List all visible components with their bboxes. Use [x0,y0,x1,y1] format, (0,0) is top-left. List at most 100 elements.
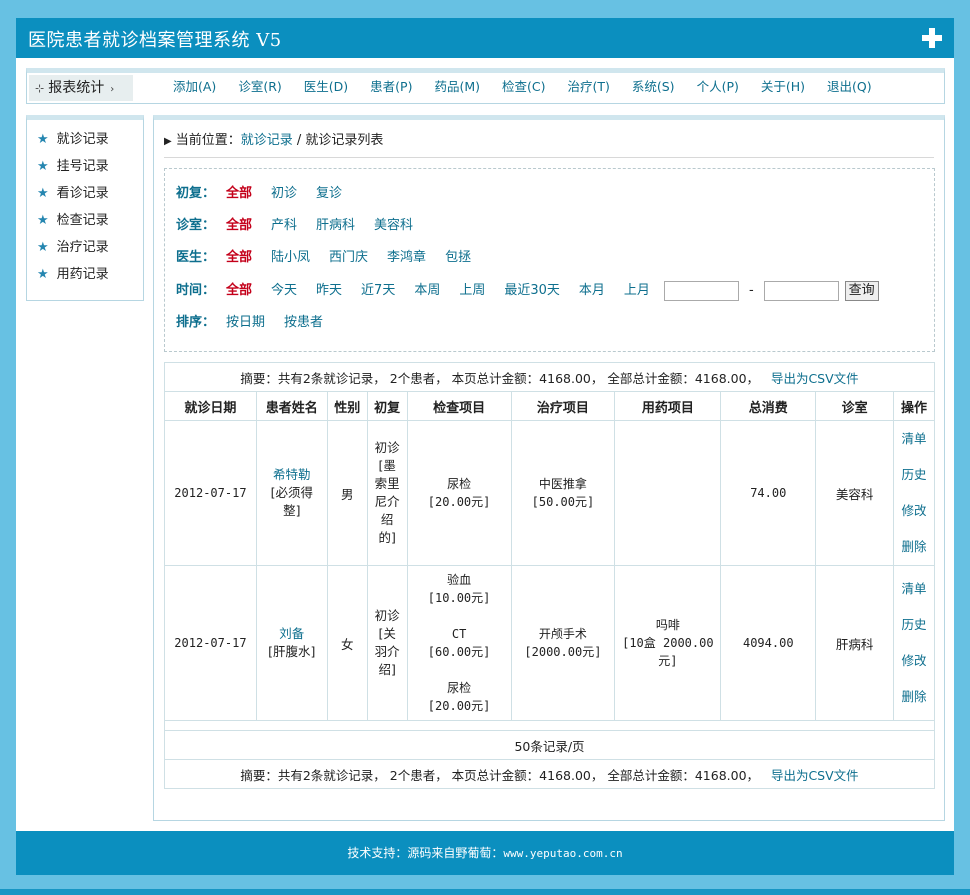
breadcrumb-link-visit-records[interactable]: 就诊记录 [241,133,293,148]
sidebar-item-visit-records[interactable]: ★ 就诊记录 [37,130,109,150]
filter-time-7days[interactable]: 近7天 [361,280,395,302]
visit-text: 初诊[关羽介绍] [374,608,400,677]
filter-clinic-obstetrics[interactable]: 产科 [271,215,297,237]
filter-label: 时间： [176,283,216,298]
op-history-link[interactable]: 历史 [894,607,934,643]
menu-add[interactable]: 添加(A) [173,73,216,101]
filter-clinic-cosmetology[interactable]: 美容科 [374,215,413,237]
cell-date: 2012-07-17 [164,420,257,566]
check-name: 尿检 [447,681,472,695]
plus-icon[interactable] [922,28,942,48]
page-size-cell: 50条记录/页 [164,730,935,760]
check-name: 尿检 [447,477,472,491]
op-history-link[interactable]: 历史 [894,457,934,493]
chevron-right-icon: › [110,84,115,95]
summary-row-top: 摘要：共有2条就诊记录， 2个患者， 本页总计金额：4168.00， 全部总计金… [164,362,935,392]
sidebar-item-label: 用药记录 [56,267,109,282]
filter-label: 初复： [176,186,216,201]
filter-label: 诊室： [176,218,216,233]
op-delete-link[interactable]: 删除 [894,679,934,715]
op-list-link[interactable]: 清单 [894,421,934,457]
menu-patient[interactable]: 患者(P) [370,73,412,101]
filter-time-today[interactable]: 今天 [271,280,297,302]
table-spacer-row [164,720,935,731]
cell-meds: 吗啡 [10盒 2000.00元] [614,565,722,721]
cell-total: 74.00 [720,420,817,566]
med-price: [10盒 2000.00元] [622,636,714,668]
menu-about[interactable]: 关于(H) [761,73,805,101]
filter-time-this-week[interactable]: 本周 [414,280,440,302]
date-end-input[interactable] [763,280,839,301]
col-gender: 性别 [326,391,368,421]
menu-clinic[interactable]: 诊室(R) [238,73,281,101]
breadcrumb-current: 就诊记录列表 [305,133,384,148]
star-icon: ★ [37,186,49,201]
filter-first-all[interactable]: 全部 [226,183,252,205]
sidebar-item-medication-records[interactable]: ★ 用药记录 [37,265,109,285]
cell-clinic: 美容科 [815,420,895,566]
menu-exit[interactable]: 退出(Q) [827,73,872,101]
main-panel: ▶ 当前位置：就诊记录 / 就诊记录列表 初复： 全部 初诊 复诊 诊室： 全部 产科 肝病科… [153,115,945,821]
filter-clinic-all[interactable]: 全部 [226,215,252,237]
filter-time-30days[interactable]: 最近30天 [504,280,560,302]
sort-by-date[interactable]: 按日期 [226,312,265,334]
filter-time-this-month[interactable]: 本月 [579,280,605,302]
filter-label: 医生： [176,250,216,265]
filter-first-initial[interactable]: 初诊 [271,183,297,205]
export-csv-link[interactable]: 导出为CSV文件 [771,371,859,386]
check-name: 验血 [447,573,472,587]
cell-visit: 初诊[关羽介绍] [366,565,408,721]
query-button[interactable]: 查询 [844,280,879,301]
menu-system[interactable]: 系统(S) [632,73,675,101]
filter-doctor-1[interactable]: 陆小凤 [271,247,310,269]
op-edit-link[interactable]: 修改 [894,643,934,679]
star-icon: ★ [37,267,49,282]
filter-time-last-week[interactable]: 上周 [459,280,485,302]
cell-ops: 清单 历史 修改 删除 [893,565,935,721]
patient-name-link[interactable]: 希特勒 [273,467,311,482]
sidebar-item-label: 治疗记录 [56,240,109,255]
patient-note: [必须得整] [270,485,313,518]
med-name: 吗啡 [655,618,680,632]
filter-first-return[interactable]: 复诊 [316,183,342,205]
menu-personal[interactable]: 个人(P) [697,73,739,101]
filter-doctor-all[interactable]: 全部 [226,247,252,269]
app-title: 医院患者就诊档案管理系统 V5 [28,30,282,51]
patient-name-link[interactable]: 刘备 [279,626,304,641]
filter-doctor-4[interactable]: 包拯 [445,247,471,269]
sidebar-item-register-records[interactable]: ★ 挂号记录 [37,157,109,177]
col-name: 患者姓名 [255,391,328,421]
summary-text: 摘要：共有2条就诊记录， 2个患者， 本页总计金额：4168.00， 全部总计金… [240,767,760,783]
summary-row-bottom: 摘要：共有2条就诊记录， 2个患者， 本页总计金额：4168.00， 全部总计金… [164,759,935,789]
op-edit-link[interactable]: 修改 [894,493,934,529]
filter-time-last-month[interactable]: 上月 [624,280,650,302]
menu-doctor[interactable]: 医生(D) [304,73,348,101]
cell-treatments: 开颅手术 [2000.00元] [510,565,616,721]
sidebar-item-check-records[interactable]: ★ 检查记录 [37,211,109,231]
menu-medicine[interactable]: 药品(M) [434,73,480,101]
menu-check[interactable]: 检查(C) [502,73,545,101]
filter-row-first-visit: 初复： 全部 初诊 复诊 [176,183,361,205]
filter-clinic-hepatology[interactable]: 肝病科 [316,215,355,237]
check-price: [20.00元] [427,699,491,713]
filter-time-yesterday[interactable]: 昨天 [316,280,342,302]
filter-doctor-2[interactable]: 西门庆 [329,247,368,269]
filter-label: 排序： [176,315,216,330]
footer-url[interactable]: www.yeputao.com.cn [503,847,622,860]
date-range-dash: - [748,283,754,298]
export-csv-link[interactable]: 导出为CSV文件 [771,768,859,783]
star-icon: ★ [37,213,49,228]
col-meds: 用药项目 [614,391,722,421]
sidebar-item-treatment-records[interactable]: ★ 治疗记录 [37,238,109,258]
menu-treatment[interactable]: 治疗(T) [567,73,609,101]
filter-doctor-3[interactable]: 李鸿章 [387,247,426,269]
op-delete-link[interactable]: 删除 [894,529,934,565]
filter-time-all[interactable]: 全部 [226,280,252,302]
cell-name: 希特勒 [必须得整] [255,420,328,566]
cell-ops: 清单 历史 修改 删除 [893,420,935,566]
op-list-link[interactable]: 清单 [894,571,934,607]
menu-report-stats[interactable]: ⊹ 报表统计 › [29,75,133,101]
sidebar-item-consult-records[interactable]: ★ 看诊记录 [37,184,109,204]
date-start-input[interactable] [663,280,739,301]
sort-by-patient[interactable]: 按患者 [284,312,323,334]
